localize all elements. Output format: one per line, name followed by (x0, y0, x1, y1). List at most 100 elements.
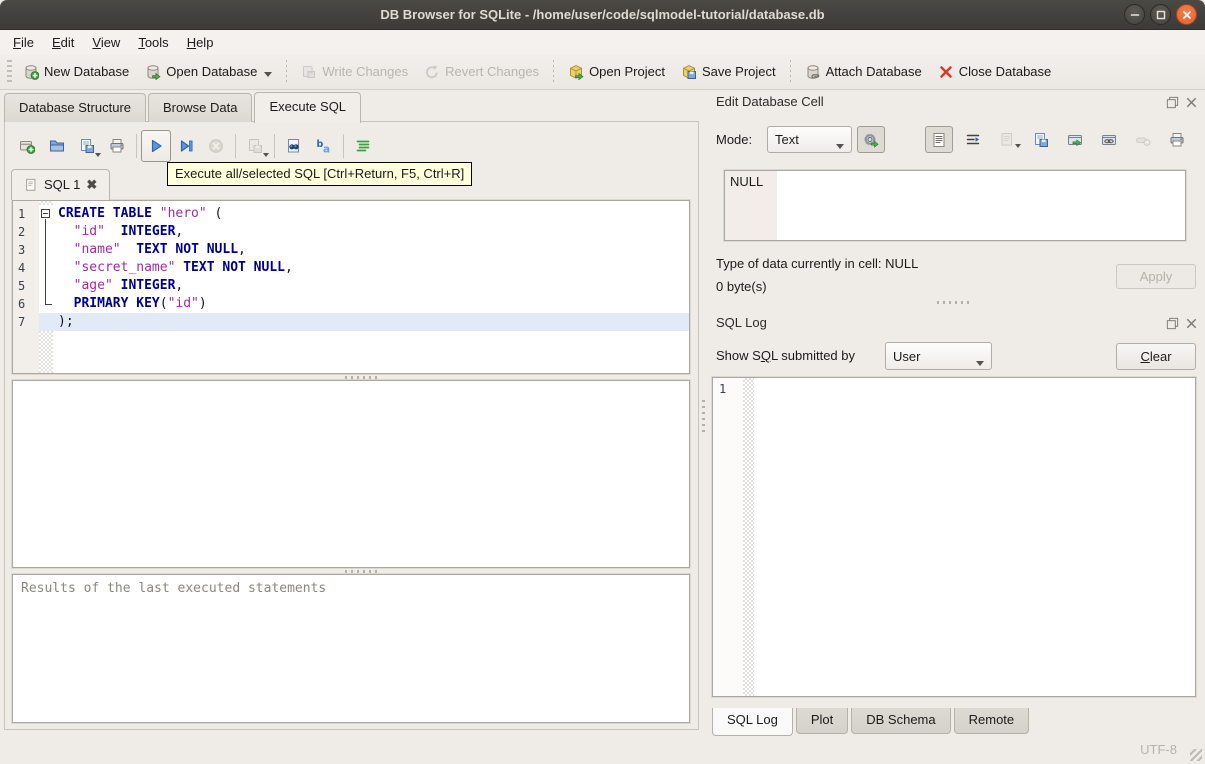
code-token: , (175, 224, 184, 239)
maximize-icon (1153, 7, 1169, 23)
open-in-external-button[interactable] (1061, 126, 1089, 153)
export-to-file-button[interactable] (1027, 126, 1055, 153)
auto-switch-mode-button[interactable] (857, 126, 885, 153)
code-token: "name" (73, 242, 121, 257)
close-database-button[interactable]: Close Database (930, 59, 1060, 85)
editor-splitter-handle[interactable] (345, 375, 379, 379)
set-null-button[interactable] (1129, 126, 1157, 153)
toolbar-handle[interactable] (7, 59, 12, 84)
write-changes-button[interactable]: Write Changes (293, 59, 416, 85)
encoding-indicator[interactable]: UTF-8 (1140, 742, 1177, 757)
word-wrap-button[interactable] (959, 126, 987, 153)
menu-edit[interactable]: Edit (43, 32, 83, 53)
result-grid-pane[interactable] (12, 380, 690, 568)
tab-database-structure[interactable]: Database Structure (4, 93, 147, 122)
sql-code-editor[interactable]: 1 CREATE TABLE "hero" (2 "id" INTEGER, 3 "… (12, 200, 690, 374)
cell-size-info: 0 byte(s) (716, 279, 767, 294)
dock-section-splitter[interactable] (937, 301, 971, 304)
menu-tools[interactable]: Tools (129, 32, 177, 53)
log-line-number-gutter (713, 378, 743, 696)
new-database-button[interactable]: New Database (15, 59, 137, 85)
cell-value-editor[interactable]: NULL (724, 170, 1186, 241)
open-project-button-label: Open Project (589, 64, 665, 79)
new-database-button-label: New Database (44, 64, 130, 79)
clear-log-button[interactable]: Clear (1116, 343, 1196, 370)
close-panel-icon[interactable] (1184, 316, 1199, 331)
open-sql-file-button[interactable] (42, 130, 72, 162)
apply-button[interactable]: Apply (1116, 264, 1196, 289)
menu-file[interactable]: File (4, 32, 43, 53)
editor-line: 2 "id" INTEGER, (13, 223, 689, 241)
tab-browse-data[interactable]: Browse Data (148, 93, 253, 122)
dock-tab-remote[interactable]: Remote (953, 708, 1030, 734)
sql-log-title: SQL Log (716, 315, 767, 330)
format-sql-button[interactable] (348, 130, 378, 162)
toolbar-separator (235, 134, 236, 158)
import-from-file-button[interactable] (993, 126, 1021, 153)
menu-help[interactable]: Help (178, 32, 223, 53)
editor-line: 7); (13, 313, 689, 331)
fold-connector (45, 277, 46, 295)
dock-tab-plot[interactable]: Plot (795, 708, 849, 734)
copy-link-button[interactable] (1095, 126, 1123, 153)
chevron-down-icon (976, 361, 984, 366)
results-splitter-handle[interactable] (345, 569, 379, 573)
menu-view[interactable]: View (83, 32, 129, 53)
save-project-button[interactable]: Save Project (673, 59, 784, 85)
dropdown-arrow-icon[interactable] (95, 153, 101, 157)
close-tab-icon[interactable]: ✖ (86, 178, 97, 191)
save-results-button[interactable] (240, 130, 270, 162)
fold-marker[interactable] (39, 205, 53, 223)
dock-tab-sql-log[interactable]: SQL Log (712, 708, 793, 736)
editor-line: 5 "age" INTEGER, (13, 277, 689, 295)
editor-line: 1 CREATE TABLE "hero" ( (13, 205, 689, 223)
mode-select[interactable]: Text (767, 126, 852, 153)
minimize-button[interactable] (1124, 4, 1145, 25)
fold-collapse-box[interactable] (41, 209, 50, 218)
line-number: 5 (18, 279, 26, 293)
save-sql-file-button[interactable] (72, 130, 102, 162)
close-button[interactable] (1176, 4, 1197, 25)
editor-line: 3 "name" TEXT NOT NULL, (13, 241, 689, 259)
dock-splitter-handle[interactable] (702, 400, 705, 436)
code-token: ); (58, 314, 74, 329)
attach-database-button[interactable]: Attach Database (797, 59, 930, 85)
print-cell-button[interactable] (1163, 126, 1191, 153)
resize-grip[interactable] (1190, 749, 1202, 761)
stop-execution-button[interactable] (201, 130, 231, 162)
dropdown-arrow-icon[interactable] (1015, 144, 1021, 148)
close-panel-icon[interactable] (1184, 95, 1199, 110)
text-mode-button[interactable] (925, 126, 953, 153)
find-replace-button[interactable]: ba (309, 130, 339, 162)
open-database-button[interactable]: Open Database (137, 59, 280, 85)
execute-current-line-button[interactable] (171, 130, 201, 162)
code-token: ) (198, 296, 207, 311)
log-filter-select[interactable]: User (885, 342, 992, 370)
maximize-button[interactable] (1150, 4, 1171, 25)
print-sql-button[interactable] (102, 130, 132, 162)
save-results-icon (247, 138, 263, 154)
results-pane[interactable]: Results of the last executed statements (12, 574, 690, 723)
tab-execute-sql[interactable]: Execute SQL (254, 92, 362, 123)
execute-tooltip: Execute all/selected SQL [Ctrl+Return, F… (167, 162, 473, 186)
revert-changes-button[interactable]: Revert Changes (416, 59, 547, 85)
dropdown-arrow-icon[interactable] (264, 71, 273, 77)
fold-connector-end (45, 304, 52, 305)
format-icon (355, 138, 371, 154)
code-token: , (284, 260, 293, 275)
float-panel-icon[interactable] (1165, 316, 1180, 331)
dock-tab-db-schema[interactable]: DB Schema (851, 708, 951, 734)
open-new-sql-tab-button[interactable] (12, 130, 42, 162)
editor-lines: 1 CREATE TABLE "hero" (2 "id" INTEGER, 3 "… (13, 205, 689, 331)
find-icon (286, 138, 302, 154)
sql-tab[interactable]: SQL 1 ✖ (11, 169, 111, 200)
open-project-button[interactable]: Open Project (560, 59, 673, 85)
execute-all-button[interactable] (141, 130, 171, 162)
dropdown-arrow-icon[interactable] (263, 153, 269, 157)
sql-log-area[interactable]: 1 (712, 377, 1196, 697)
titlebar[interactable]: DB Browser for SQLite - /home/user/code/… (0, 0, 1205, 30)
find-button[interactable] (279, 130, 309, 162)
main-tab-bar: Database Structure Browse Data Execute SQL (4, 92, 363, 123)
float-panel-icon[interactable] (1165, 95, 1180, 110)
